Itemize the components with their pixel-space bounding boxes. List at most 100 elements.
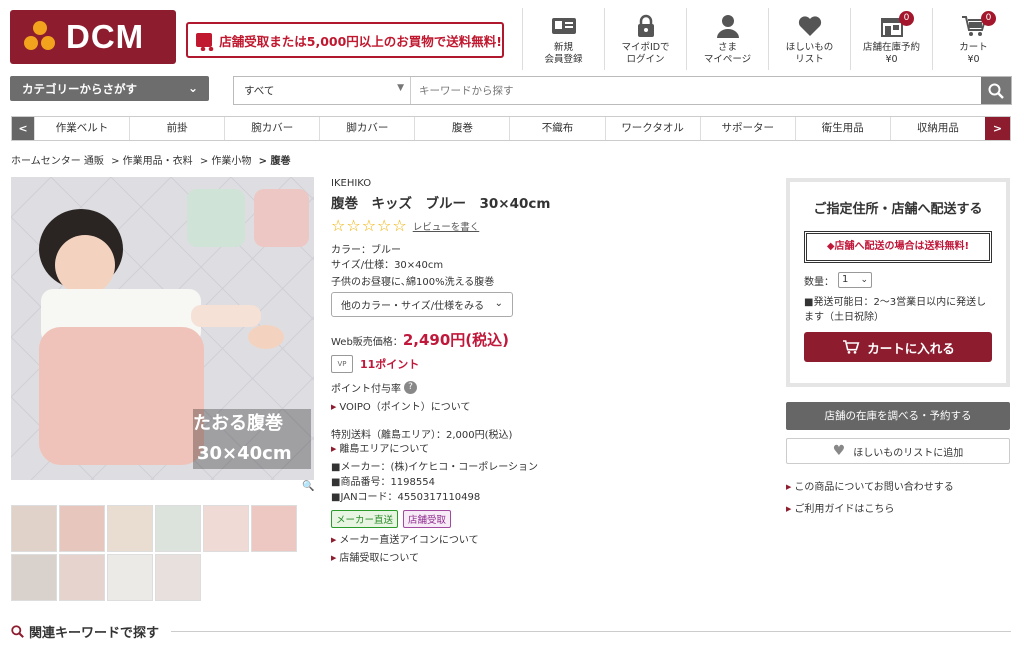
nav-mypage[interactable]: さま マイページ — [686, 8, 768, 70]
category-item[interactable]: サポーター — [699, 117, 795, 140]
thumbnail[interactable] — [155, 554, 201, 601]
breadcrumb-workwear[interactable]: > 作業用品・衣料 — [111, 156, 193, 167]
island-area-link[interactable]: 離島エリアについて — [331, 440, 429, 455]
category-item[interactable]: 腕カバー — [224, 117, 319, 140]
chevron-down-icon: ⌄ — [860, 275, 868, 285]
thumbnail[interactable] — [251, 505, 297, 552]
product-color: カラー：ブルー — [331, 245, 401, 256]
truck-icon — [196, 33, 216, 51]
related-keywords-title: 関連キーワードで探す — [29, 626, 160, 641]
category-search-button[interactable]: カテゴリーからさがす ⌄ — [10, 76, 209, 101]
thumbnail[interactable] — [107, 554, 153, 601]
points-row: VP 11ポイント — [331, 355, 419, 373]
search-scope-select[interactable]: すべて ▼ — [234, 77, 411, 104]
breadcrumb-home[interactable]: ホームセンター 通販 — [11, 156, 104, 167]
product-title: 腹巻 キッズ ブルー 30×40cm — [331, 196, 551, 212]
variant-select-button[interactable]: 他のカラー・サイズ/仕様をみる ⌄ — [331, 292, 513, 317]
maker-direct-icon-link[interactable]: メーカー直送アイコンについて — [331, 531, 478, 546]
dcm-logo[interactable]: DCM — [10, 10, 176, 64]
product-inquiry-link[interactable]: この商品についてお問い合わせする — [786, 478, 953, 493]
help-icon[interactable]: ? — [404, 381, 417, 394]
category-next-button[interactable]: > — [985, 117, 1010, 140]
star-empty-icon: ☆ — [346, 216, 361, 235]
free-shipping-notice: ◆店舗へ配送の場合は送料無料! — [804, 231, 992, 263]
store-pickup-badge: 店舗受取 — [403, 510, 452, 528]
maker-direct-badge: メーカー直送 — [331, 510, 399, 528]
select-arrow-icon: ▼ — [397, 83, 404, 93]
related-keywords-section: 関連キーワードで探す — [11, 622, 1011, 641]
member-card-icon — [551, 18, 576, 34]
vp-icon: VP — [331, 355, 353, 373]
nav-register[interactable]: 新規 会員登録 — [522, 8, 604, 70]
star-empty-icon: ☆ — [331, 216, 346, 235]
add-to-cart-button[interactable]: カートに入れる — [804, 332, 992, 362]
add-to-wishlist-button[interactable]: ♥ ほしいものリストに追加 — [786, 438, 1010, 464]
quantity-select[interactable]: 1 ⌄ — [838, 272, 872, 288]
category-prev-button[interactable]: < — [12, 117, 34, 140]
buy-box-title: ご指定住所・店舗へ配送する — [813, 202, 983, 217]
category-item[interactable]: 作業ベルト — [34, 117, 129, 140]
nav-store-reserve[interactable]: 0 店舗在庫予約 ¥0 — [850, 8, 932, 70]
nav-wishlist[interactable]: ほしいもの リスト — [768, 8, 850, 70]
logo-text: DCM — [66, 18, 145, 55]
category-item[interactable]: 収納用品 — [889, 117, 985, 140]
star-empty-icon: ☆ — [361, 216, 377, 235]
voipo-link[interactable]: VOIPO（ポイント）について — [331, 398, 470, 413]
price-value: 2,490円(税込) — [402, 331, 509, 349]
category-item[interactable]: 腹巻 — [414, 117, 509, 140]
thumbnail[interactable] — [59, 505, 105, 552]
banner-text: 店舗受取または5,000円以上のお買物で送料無料! — [219, 33, 502, 49]
maker-info: ■メーカー：(株)イケヒコ・コーポレーション — [331, 462, 539, 473]
logo-dots-icon — [24, 21, 56, 53]
star-empty-icon: ☆ — [392, 216, 407, 235]
category-bar: < 作業ベルト 前掛 腕カバー 脚カバー 腹巻 不織布 ワークタオル サポーター… — [11, 116, 1011, 141]
shipping-info: ■発送可能日：2～3営業日以内に発送します（土日祝除） — [804, 297, 987, 323]
heart-icon: ♥ — [832, 443, 846, 459]
header-nav: 新規 会員登録 マイポIDで ログイン さま マイページ ほしいもの リスト 0… — [522, 8, 1014, 70]
breadcrumb-small-items[interactable]: > 作業小物 — [200, 156, 252, 167]
thumbnail[interactable] — [59, 554, 105, 601]
search-button[interactable] — [981, 77, 1011, 104]
image-size-caption: 30×40cm — [197, 443, 292, 464]
price-row: Web販売価格：2,490円(税込) — [331, 329, 509, 350]
store-reserve-badge: 0 — [899, 11, 914, 26]
product-description: 子供のお昼寝に､綿100%洗える腹巻 — [331, 277, 495, 288]
nav-mypage-line1: さま — [717, 42, 737, 53]
thumbnail[interactable] — [203, 505, 249, 552]
quantity-label: 数量： — [804, 276, 834, 288]
store-stock-button[interactable]: 店舗の在庫を調べる・予約する — [786, 402, 1010, 430]
category-item[interactable]: 衛生用品 — [794, 117, 890, 140]
category-item[interactable]: 前掛 — [129, 117, 224, 140]
category-item[interactable]: ワークタオル — [604, 117, 700, 140]
category-item[interactable]: 不織布 — [509, 117, 604, 140]
category-item[interactable]: 脚カバー — [319, 117, 414, 140]
product-size: サイズ/仕様：30×40cm — [331, 260, 444, 271]
lock-icon — [637, 14, 654, 37]
write-review-link[interactable]: レビューを書く — [413, 219, 480, 233]
search-icon — [11, 625, 24, 638]
store-pickup-link[interactable]: 店舗受取について — [331, 549, 419, 564]
nav-cart[interactable]: 0 カート ¥0 — [932, 8, 1014, 70]
search-input[interactable] — [411, 77, 981, 104]
free-shipping-banner[interactable]: 店舗受取または5,000円以上のお買物で送料無料! — [186, 22, 504, 58]
cart-icon — [843, 340, 860, 354]
thumbnail[interactable] — [11, 505, 57, 552]
nav-store-line2: ¥0 — [885, 54, 898, 65]
thumbnail[interactable] — [11, 554, 57, 601]
usage-guide-link[interactable]: ご利用ガイドはこちら — [786, 500, 894, 515]
product-main-image[interactable]: たおる腹巻 30×40cm — [11, 177, 314, 480]
heart-icon — [798, 16, 821, 36]
nav-login-line2: ログイン — [626, 54, 665, 65]
point-rate-row: ポイント付与率? — [331, 380, 417, 395]
product-brand[interactable]: IKEHIKO — [331, 178, 371, 189]
thumbnail[interactable] — [155, 505, 201, 552]
thumbnail[interactable] — [107, 505, 153, 552]
nav-cart-line2: ¥0 — [967, 54, 980, 65]
nav-wishlist-line1: ほしいもの — [785, 42, 834, 53]
nav-login[interactable]: マイポIDで ログイン — [604, 8, 686, 70]
variant-select-label: 他のカラー・サイズ/仕様をみる — [341, 301, 485, 312]
breadcrumb-current: > 腹巻 — [258, 156, 291, 167]
buy-box: ご指定住所・店舗へ配送する ◆店舗へ配送の場合は送料無料! 数量： 1 ⌄ ■発送… — [786, 178, 1010, 387]
nav-mypage-line2: マイページ — [703, 54, 752, 65]
zoom-icon[interactable]: 🔍 — [302, 481, 314, 492]
